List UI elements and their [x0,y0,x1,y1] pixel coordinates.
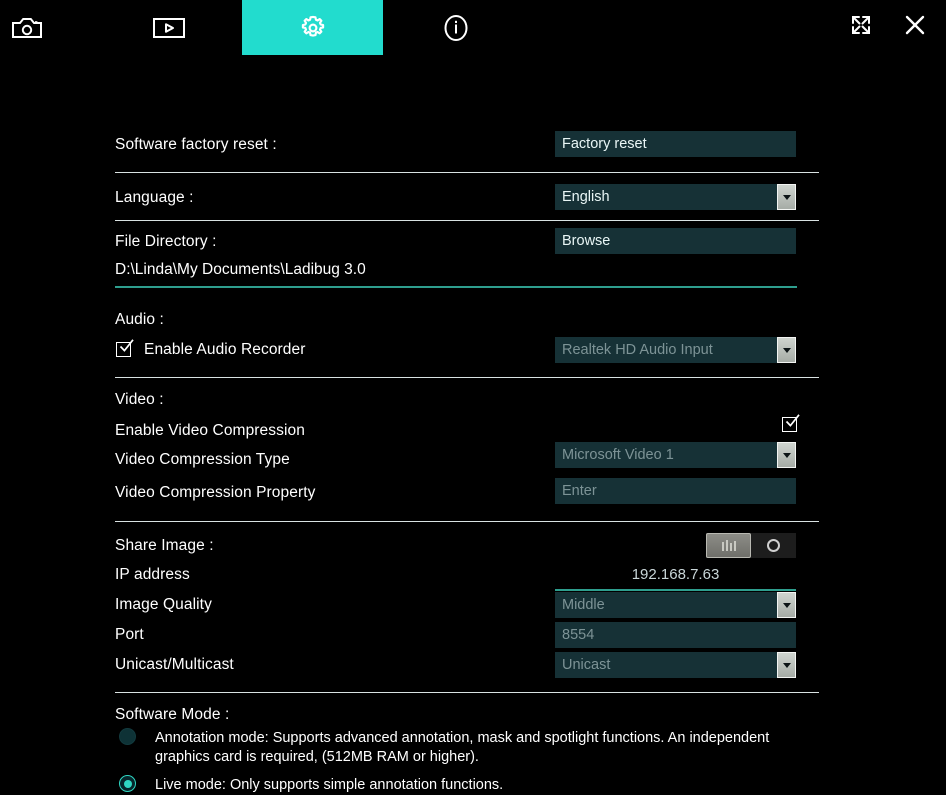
port-label: Port [115,626,144,643]
language-select[interactable]: English [555,184,796,210]
video-compression-property-label: Video Compression Property [115,484,316,501]
chevron-down-icon[interactable] [777,592,796,618]
radio-annotation-mode[interactable] [119,728,136,745]
chevron-down-icon[interactable] [777,652,796,678]
video-compression-type-select[interactable]: Microsoft Video 1 [555,442,796,468]
audio-device-select[interactable]: Realtek HD Audio Input [555,337,796,363]
live-mode-description: Live mode: Only supports simple annotati… [155,777,504,793]
gear-icon [298,13,328,43]
browse-button[interactable]: Browse [555,228,796,254]
image-quality-value: Middle [562,597,605,613]
unicast-multicast-select[interactable]: Unicast [555,652,796,678]
audio-heading: Audio : [115,311,164,328]
language-label: Language : [115,189,194,206]
info-icon [441,13,471,43]
unicast-multicast-label: Unicast/Multicast [115,656,234,673]
file-directory-underline [115,286,797,288]
software-mode-heading: Software Mode : [115,706,230,723]
image-quality-select[interactable]: Middle [555,592,796,618]
close-icon [902,12,928,43]
ip-address-label: IP address [115,566,190,583]
share-toggle-on-segment[interactable] [706,533,751,558]
chevron-down-icon[interactable] [777,337,796,363]
video-play-icon [152,16,186,40]
video-compression-type-value: Microsoft Video 1 [562,447,674,463]
enable-video-compression-checkbox[interactable] [782,414,800,432]
share-toggle-off-segment[interactable] [751,533,796,558]
chevron-down-icon[interactable] [777,184,796,210]
file-directory-path[interactable]: D:\Linda\My Documents\Ladibug 3.0 [115,261,366,279]
divider [115,377,819,378]
image-quality-field: Middle [555,592,796,618]
video-compression-type-field: Microsoft Video 1 [555,442,796,468]
radio-dot [123,779,132,788]
share-image-heading: Share Image : [115,537,214,554]
factory-reset-label: Software factory reset : [115,136,277,153]
tab-record[interactable] [140,0,198,55]
audio-device-field: Realtek HD Audio Input [555,337,796,363]
audio-device-value: Realtek HD Audio Input [562,342,713,358]
image-quality-label: Image Quality [115,596,212,613]
check-icon [119,339,134,352]
row-file-directory: File Directory : [0,232,217,252]
factory-reset-button[interactable]: Factory reset [555,131,796,157]
video-compression-type-label: Video Compression Type [115,451,290,468]
share-image-toggle[interactable] [706,533,796,558]
enable-audio-recorder-checkbox[interactable] [116,339,134,357]
enable-audio-recorder-label: Enable Audio Recorder [144,341,306,358]
power-ring-icon [767,539,780,552]
bars-icon [721,540,736,551]
tab-info[interactable] [428,0,484,55]
tab-settings[interactable] [242,0,383,55]
file-directory-field: Browse [555,228,796,254]
unicast-multicast-field: Unicast [555,652,796,678]
enable-video-compression-label: Enable Video Compression [115,422,305,439]
chevron-down-icon[interactable] [777,442,796,468]
video-compression-property-field: Enter [555,478,796,504]
settings-window: Software factory reset : Factory reset L… [0,0,946,793]
unicast-multicast-value: Unicast [562,657,611,673]
divider [115,692,819,693]
row-factory-reset: Software factory reset : [0,135,277,155]
port-input[interactable]: 8554 [555,622,796,648]
close-button[interactable] [892,0,938,55]
settings-content: Software factory reset : Factory reset L… [0,55,946,793]
factory-reset-field: Factory reset [555,131,796,157]
radio-live-mode[interactable] [119,775,136,792]
port-field: 8554 [555,622,796,648]
row-language: Language : [0,188,194,208]
fullscreen-button[interactable] [838,0,884,55]
file-directory-label: File Directory : [115,233,217,250]
ip-address-value: 192.168.7.63 [631,566,720,583]
check-icon [785,414,800,427]
camera-icon [11,16,43,40]
divider [115,220,819,221]
top-toolbar [0,0,946,55]
language-value: English [562,189,610,205]
divider [115,521,819,522]
language-field: English [555,184,796,210]
video-compression-property-input[interactable]: Enter [555,478,796,504]
video-heading: Video : [115,391,164,408]
divider [115,172,819,173]
tab-capture[interactable] [0,0,54,55]
annotation-mode-description: Annotation mode: Supports advanced annot… [155,730,770,765]
fullscreen-icon [847,11,875,44]
ip-address-underline [555,589,796,591]
